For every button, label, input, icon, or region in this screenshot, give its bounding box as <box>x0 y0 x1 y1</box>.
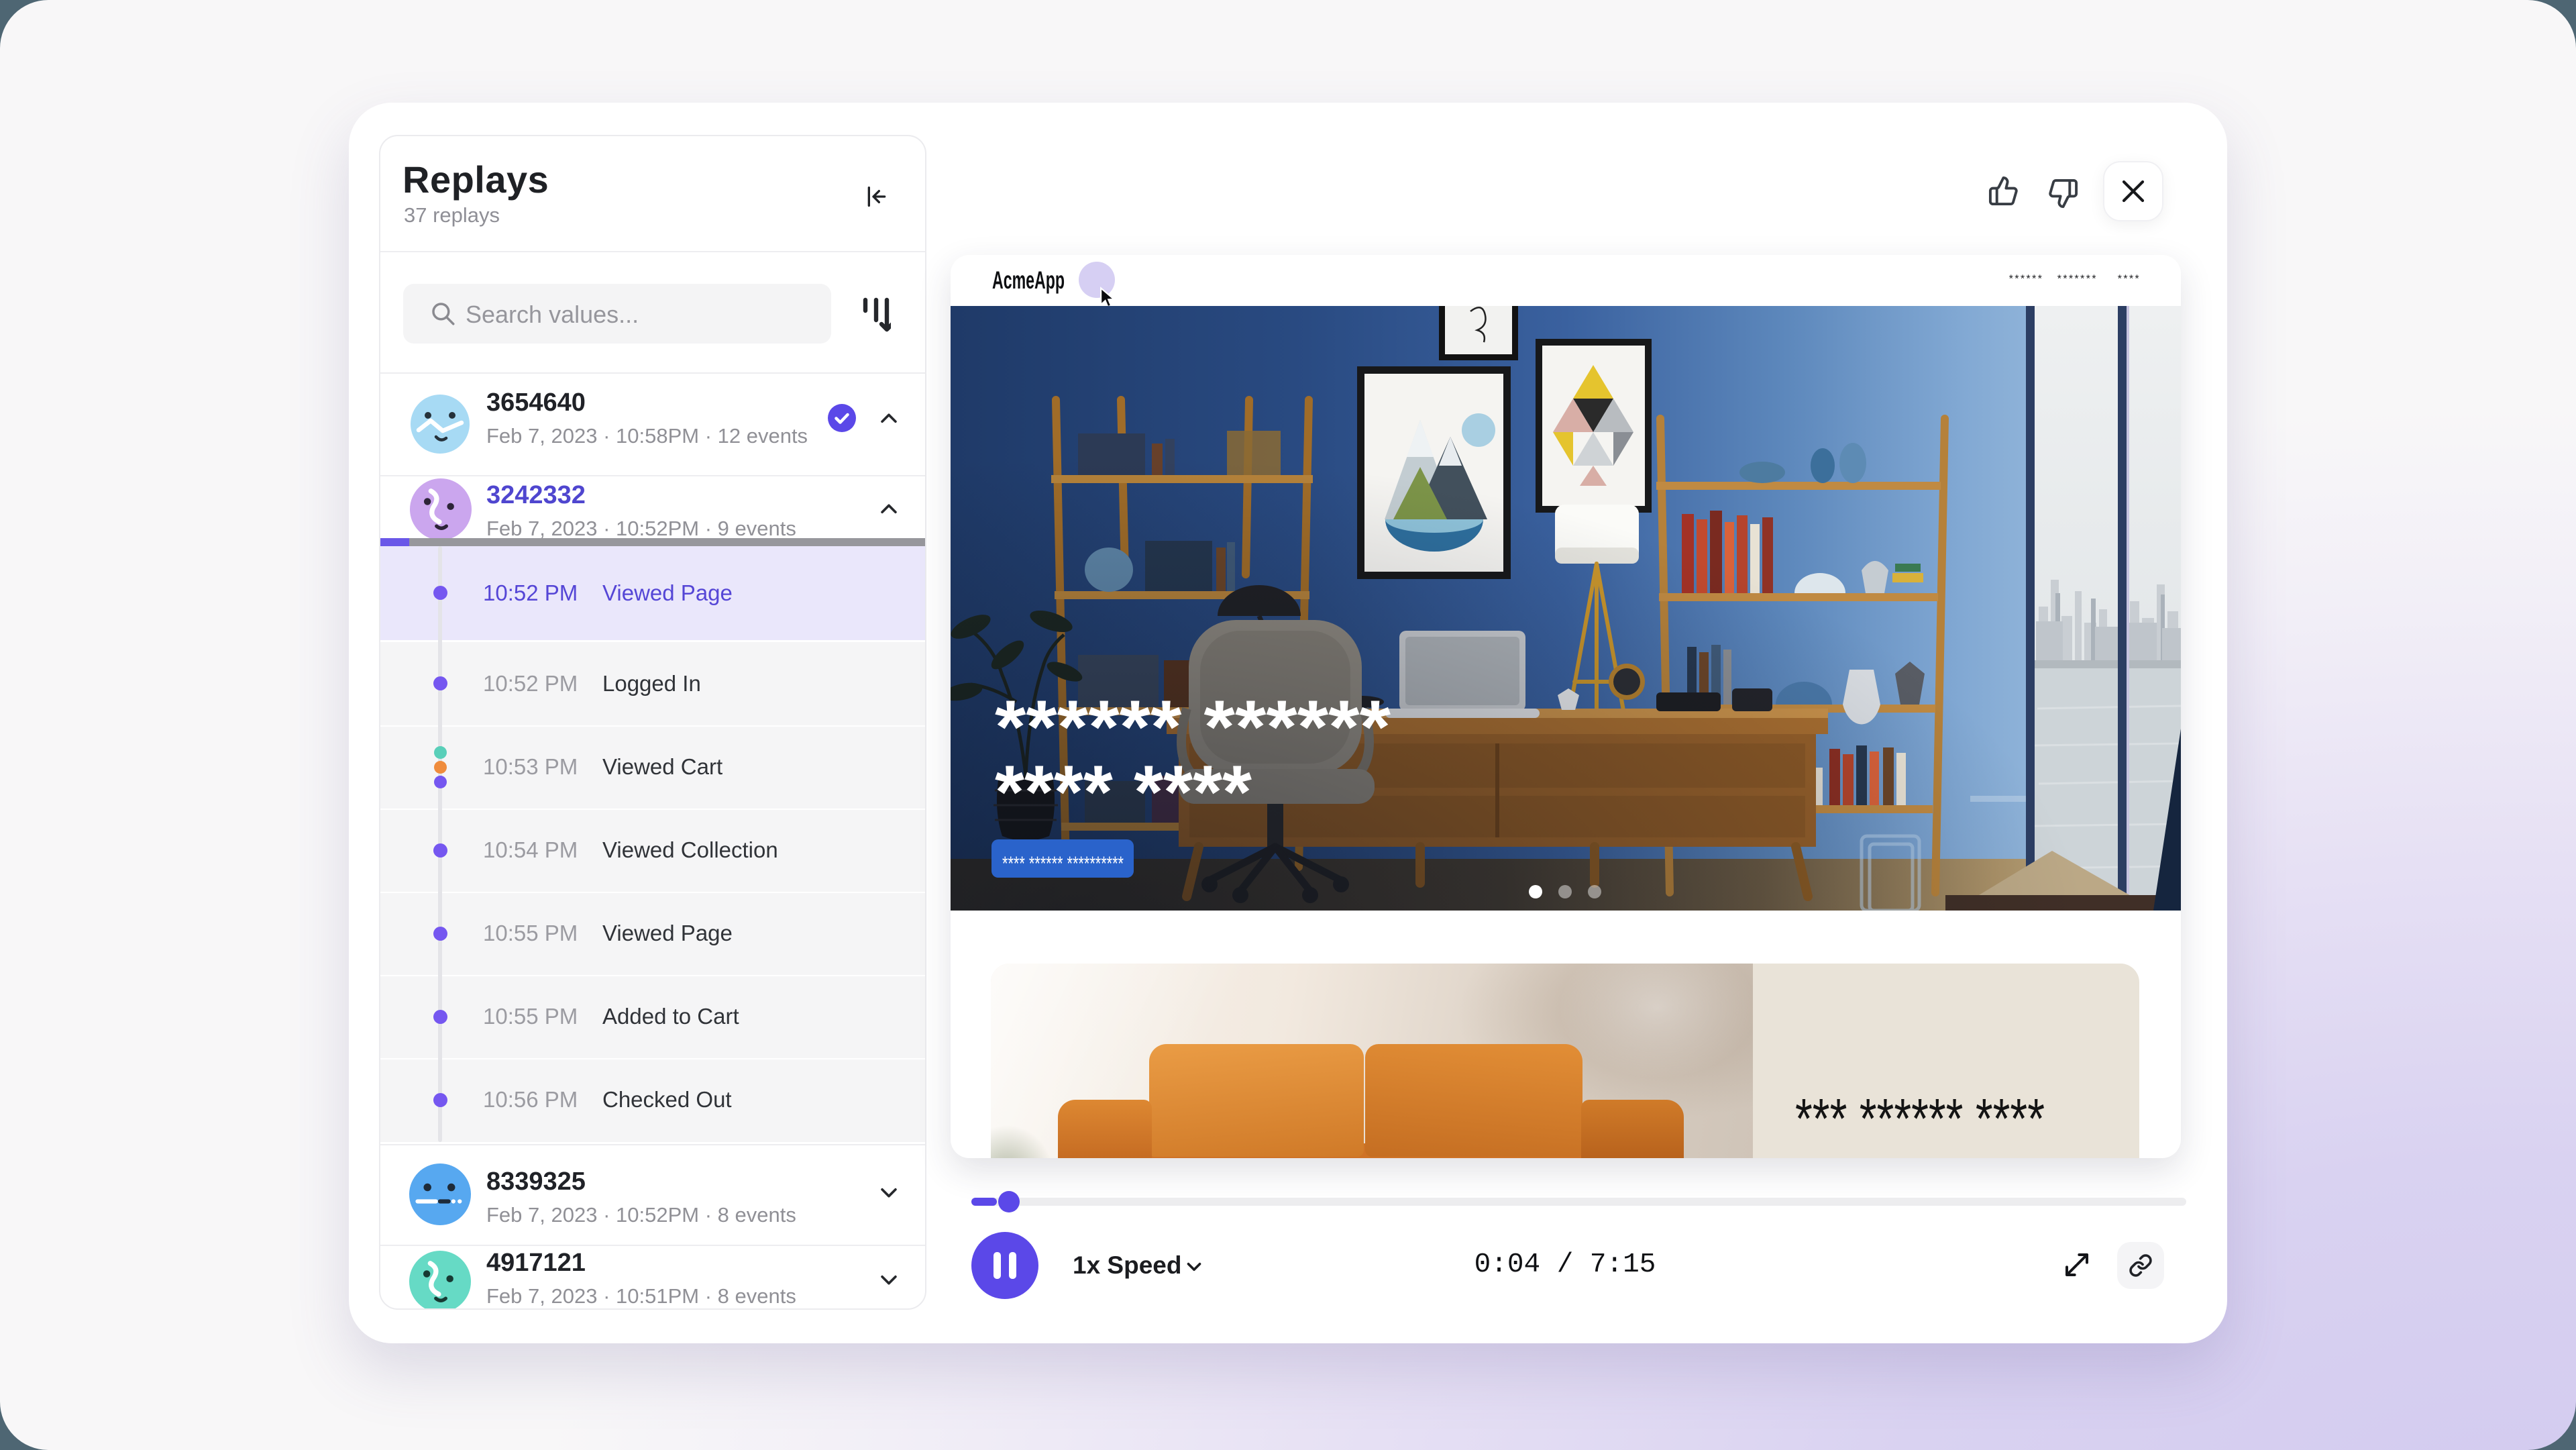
svg-text:**** ****: **** **** <box>995 750 1252 834</box>
svg-text:**** ****** **********: **** ****** ********** <box>1002 853 1124 875</box>
svg-text:*** ****** ****: *** ****** **** <box>1795 1087 2045 1150</box>
svg-text:AcmeApp: AcmeApp <box>992 266 1065 294</box>
